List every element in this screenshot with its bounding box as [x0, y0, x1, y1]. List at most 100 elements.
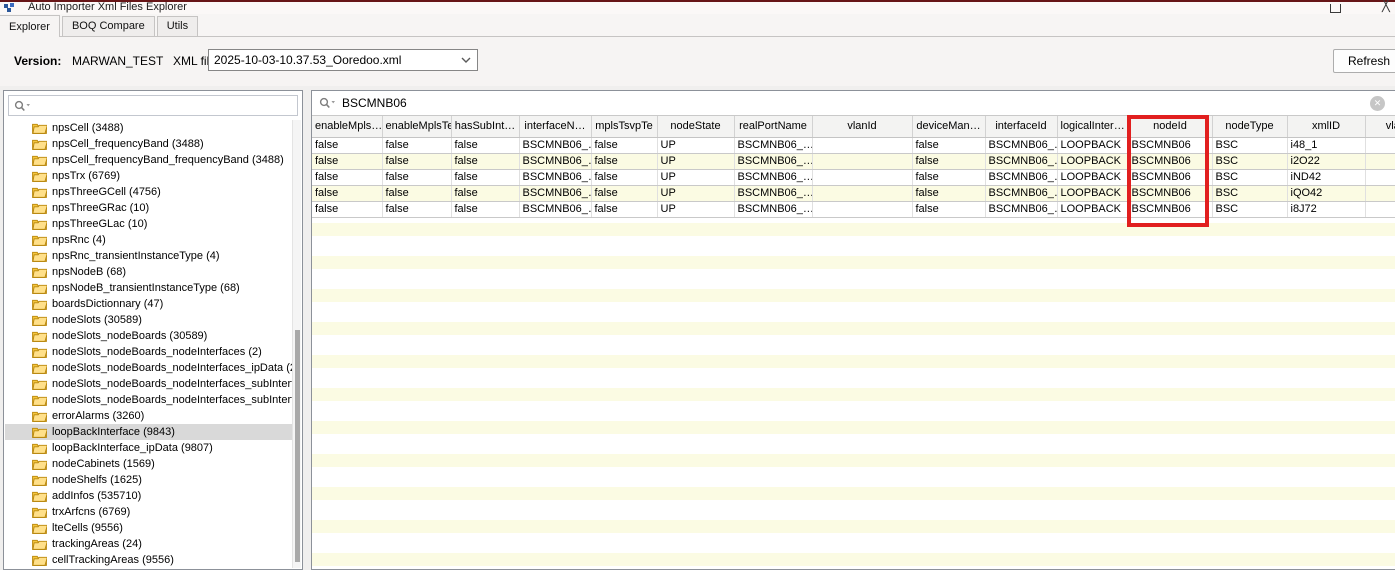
grid-column-header[interactable]: enableMplsTe	[382, 116, 451, 137]
toolbar: Version: MARWAN_TEST XML file 2025-10-03…	[0, 37, 1395, 86]
xml-file-selected-value: 2025-10-03-10.37.53_Ooredoo.xml	[214, 53, 401, 67]
version-label: Version:	[14, 54, 61, 68]
grid-column-header[interactable]: nodeType	[1212, 116, 1287, 137]
tree-item[interactable]: npsNodeB (68)	[5, 264, 293, 280]
tab-bar: ExplorerBOQ CompareUtils	[0, 14, 1395, 37]
tree-item[interactable]: cellTrackingAreas (9556)	[5, 552, 293, 568]
tree-item[interactable]: npsNodeB_transientInstanceType (68)	[5, 280, 293, 296]
folder-icon	[32, 490, 47, 502]
grid-column-header[interactable]: nodeState	[657, 116, 734, 137]
tree-item[interactable]: lteCells (9556)	[5, 520, 293, 536]
tree-item[interactable]: npsThreeGCell (4756)	[5, 184, 293, 200]
tab[interactable]: BOQ Compare	[62, 16, 155, 36]
folder-icon	[32, 170, 47, 182]
folder-icon	[32, 330, 47, 342]
refresh-button[interactable]: Refresh	[1333, 49, 1395, 73]
grid-column-header[interactable]: enableMpls…	[312, 116, 382, 137]
folder-icon	[32, 426, 47, 438]
tree-scrollbar[interactable]	[292, 120, 301, 568]
tree-item[interactable]: npsCell (3488)	[5, 120, 293, 136]
tree-item[interactable]: addInfos (535710)	[5, 488, 293, 504]
tree-list: npsCell (3488)npsCell_frequencyBand (348…	[5, 120, 293, 569]
tree-item[interactable]: nodeSlots_nodeBoards (30589)	[5, 328, 293, 344]
tree-item[interactable]: nodeSlots_nodeBoards_nodeInterfaces_subI…	[5, 376, 293, 392]
close-button[interactable]: ╳	[1382, 0, 1390, 13]
tree-item[interactable]: npsRnc_transientInstanceType (4)	[5, 248, 293, 264]
folder-icon	[32, 250, 47, 262]
tree-item[interactable]: nodeSlots_nodeBoards_nodeInterfaces_ipDa…	[5, 360, 293, 376]
table-row[interactable]: falsefalsefalseBSCMNB06_…falseUPBSCMNB06…	[312, 169, 1395, 185]
folder-icon	[32, 394, 47, 406]
grid-panel: BSCMNB06 ✕ enableMpls…enableMplsTehasSub…	[311, 90, 1395, 570]
clear-search-icon[interactable]: ✕	[1370, 96, 1385, 111]
tree-item[interactable]: loopBackInterface (9843)	[5, 424, 293, 440]
tree-item[interactable]: trackingAreas (24)	[5, 536, 293, 552]
folder-icon	[32, 154, 47, 166]
grid-column-header[interactable]: vlanId	[812, 116, 912, 137]
tree-item[interactable]: nodeSlots (30589)	[5, 312, 293, 328]
folder-icon	[32, 282, 47, 294]
folder-icon	[32, 506, 47, 518]
folder-icon	[32, 122, 47, 134]
tree-item[interactable]: loopBackInterface_ipData (9807)	[5, 440, 293, 456]
folder-icon	[32, 314, 47, 326]
folder-icon	[32, 346, 47, 358]
grid-column-header[interactable]: xmlID	[1287, 116, 1365, 137]
folder-icon	[32, 442, 47, 454]
tree-item[interactable]: npsThreeGLac (10)	[5, 216, 293, 232]
table-row[interactable]: falsefalsefalseBSCMNB06_…falseUPBSCMNB06…	[312, 137, 1395, 153]
tree-item[interactable]: lteNodeBBandwidths (15936)	[5, 568, 293, 569]
tree-panel: npsCell (3488)npsCell_frequencyBand (348…	[3, 90, 303, 570]
tree-item[interactable]: errorAlarms (3260)	[5, 408, 293, 424]
tree-item[interactable]: npsCell_frequencyBand_frequencyBand (348…	[5, 152, 293, 168]
table-row[interactable]: falsefalsefalseBSCMNB06_…falseUPBSCMNB06…	[312, 185, 1395, 201]
folder-icon	[32, 458, 47, 470]
window-title: Auto Importer Xml Files Explorer	[28, 1, 187, 13]
folder-icon	[32, 522, 47, 534]
folder-icon	[32, 218, 47, 230]
tree-item[interactable]: npsTrx (6769)	[5, 168, 293, 184]
grid-column-header[interactable]: vlanS…	[1365, 116, 1395, 137]
titlebar: Auto Importer Xml Files Explorer ╳	[0, 0, 1395, 14]
grid-column-header[interactable]: hasSubInt…	[451, 116, 519, 137]
folder-icon	[32, 266, 47, 278]
folder-icon	[32, 138, 47, 150]
tree-item[interactable]: npsRnc (4)	[5, 232, 293, 248]
table-row[interactable]: falsefalsefalseBSCMNB06_…falseUPBSCMNB06…	[312, 153, 1395, 169]
tree-item[interactable]: npsCell_frequencyBand (3488)	[5, 136, 293, 152]
table-row[interactable]: falsefalsefalseBSCMNB06_…falseUPBSCMNB06…	[312, 201, 1395, 217]
folder-icon	[32, 538, 47, 550]
grid-search-input[interactable]: BSCMNB06 ✕	[312, 91, 1395, 116]
version-value: MARWAN_TEST	[72, 54, 163, 68]
grid-column-header[interactable]: mplsTsvpTe	[591, 116, 657, 137]
folder-icon	[32, 554, 47, 566]
grid-column-header[interactable]: interfaceN…	[519, 116, 591, 137]
tree-item[interactable]: boardsDictionnary (47)	[5, 296, 293, 312]
tree-item[interactable]: trxArfcns (6769)	[5, 504, 293, 520]
folder-icon	[32, 298, 47, 310]
tree-item[interactable]: nodeCabinets (1569)	[5, 456, 293, 472]
folder-icon	[32, 362, 47, 374]
grid-search-value: BSCMNB06	[342, 96, 407, 110]
tab[interactable]: Explorer	[0, 15, 60, 37]
tree-item[interactable]: nodeShelfs (1625)	[5, 472, 293, 488]
tree-item[interactable]: nodeSlots_nodeBoards_nodeInterfaces_subI…	[5, 392, 293, 408]
grid-column-header[interactable]: logicalInter…	[1057, 116, 1128, 137]
grid-column-header[interactable]: realPortName	[734, 116, 812, 137]
grid-column-header[interactable]: deviceMan…	[912, 116, 985, 137]
folder-icon	[32, 186, 47, 198]
maximize-button[interactable]	[1330, 4, 1341, 13]
empty-grid-stripes	[312, 223, 1395, 569]
folder-icon	[32, 410, 47, 422]
folder-icon	[32, 202, 47, 214]
xml-file-select[interactable]: 2025-10-03-10.37.53_Ooredoo.xml	[208, 49, 478, 71]
tab[interactable]: Utils	[157, 16, 198, 36]
tree-item[interactable]: nodeSlots_nodeBoards_nodeInterfaces (2)	[5, 344, 293, 360]
app-icon	[4, 3, 15, 13]
grid-column-header[interactable]: interfaceId	[985, 116, 1057, 137]
folder-icon	[32, 378, 47, 390]
search-icon	[319, 97, 336, 109]
tree-item[interactable]: npsThreeGRac (10)	[5, 200, 293, 216]
tree-search-input[interactable]	[8, 95, 298, 116]
tree-scrollbar-thumb[interactable]	[295, 330, 300, 562]
